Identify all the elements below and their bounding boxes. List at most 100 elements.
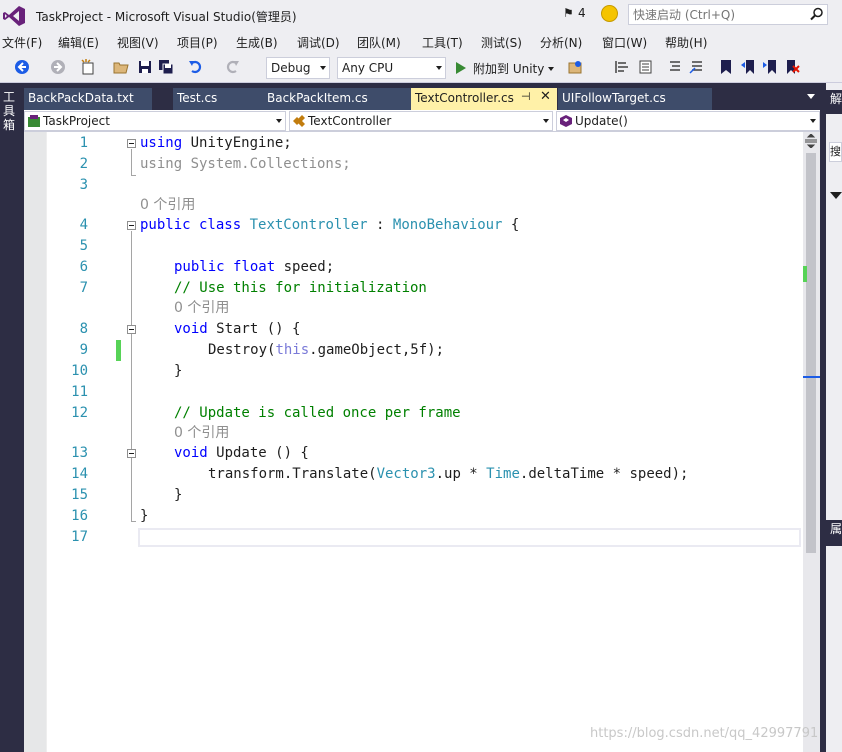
tab-overflow-chevron-icon[interactable] — [807, 94, 815, 99]
type-name: Time — [486, 466, 520, 482]
pin-icon[interactable]: ⊣ — [521, 90, 531, 103]
solution-explorer-search[interactable]: 搜 — [829, 142, 842, 162]
format-icon[interactable] — [637, 59, 653, 75]
scrollbar-thumb[interactable] — [806, 153, 816, 553]
menu-window[interactable]: 窗口(W) — [602, 34, 647, 51]
browse-icon[interactable] — [568, 59, 584, 75]
method-icon — [560, 115, 572, 127]
search-icon[interactable] — [810, 7, 824, 21]
code-line-6: public float speed; — [174, 257, 334, 278]
collapse-icon[interactable] — [127, 325, 136, 334]
menu-file[interactable]: 文件(F) — [2, 34, 42, 51]
class-dropdown[interactable]: TextController — [289, 111, 553, 131]
left-tool-strip — [0, 83, 22, 752]
redo-icon[interactable] — [224, 59, 240, 75]
menu-test[interactable]: 测试(S) — [481, 34, 522, 51]
menu-tools[interactable]: 工具(T) — [422, 34, 463, 51]
navigate-forward-icon[interactable] — [50, 59, 66, 75]
bookmark-icon[interactable] — [718, 59, 734, 75]
line-number: 5 — [79, 238, 88, 254]
document-tab-well: BackPackData.txt Test.cs BackPackItem.cs… — [24, 83, 824, 110]
menu-help[interactable]: 帮助(H) — [665, 34, 707, 51]
watermark: https://blog.csdn.net/qq_42997791 — [590, 726, 819, 741]
split-window-icon[interactable] — [805, 134, 817, 148]
tab-label: BackPackItem.cs — [267, 91, 368, 105]
notification-flag-icon[interactable]: ⚑ — [563, 6, 574, 20]
codelens-references[interactable]: 0 个引用 — [174, 423, 229, 444]
feedback-smiley-icon[interactable] — [601, 5, 618, 22]
menu-debug[interactable]: 调试(D) — [297, 34, 340, 51]
project-dropdown[interactable]: TaskProject — [24, 111, 286, 131]
new-project-icon[interactable] — [80, 59, 96, 75]
tab-textcontroller-cs[interactable]: TextController.cs ⊣ ✕ — [411, 88, 557, 110]
line-number: 1 — [79, 135, 88, 151]
menu-team[interactable]: 团队(M) — [357, 34, 401, 51]
save-all-icon[interactable] — [158, 59, 174, 75]
class-icon — [293, 115, 305, 127]
code-line-8: void Start () { — [174, 319, 300, 340]
tab-backpackdata-txt[interactable]: BackPackData.txt — [24, 88, 152, 110]
keyword: this — [275, 342, 310, 358]
menu-bar: 文件(F) 编辑(E) 视图(V) 项目(P) 生成(B) 调试(D) 团队(M… — [0, 31, 842, 53]
menu-build[interactable]: 生成(B) — [236, 34, 278, 51]
tab-backpackitem-cs[interactable]: BackPackItem.cs — [263, 88, 411, 110]
solution-explorer-header[interactable]: 解 — [826, 90, 842, 114]
comment-lines-icon[interactable] — [667, 59, 683, 75]
class-name: TextController — [308, 114, 392, 128]
member-dropdown[interactable]: Update() — [556, 111, 820, 131]
uncomment-lines-icon[interactable] — [689, 59, 705, 75]
line-number: 17 — [71, 529, 88, 545]
collapse-icon[interactable] — [127, 221, 136, 230]
code-text: { — [502, 217, 520, 233]
codelens-references[interactable]: 0 个引用 — [140, 195, 195, 216]
type-name: Vector3 — [376, 466, 436, 482]
align-left-icon[interactable] — [614, 59, 630, 75]
chevron-down-icon — [436, 66, 442, 70]
save-icon[interactable] — [137, 59, 153, 75]
previous-bookmark-icon[interactable] — [740, 59, 756, 75]
collapse-icon[interactable] — [127, 139, 136, 148]
codelens-references[interactable]: 0 个引用 — [174, 298, 229, 319]
tab-uifollowtarget-cs[interactable]: UIFollowTarget.cs — [558, 88, 712, 110]
toolbox-tab[interactable]: 工具箱 — [3, 90, 17, 132]
line-number: 9 — [79, 342, 88, 358]
menu-view[interactable]: 视图(V) — [117, 34, 159, 51]
solution-configuration-dropdown[interactable]: Debug — [266, 57, 330, 79]
open-file-icon[interactable] — [113, 59, 129, 75]
solution-platform-dropdown[interactable]: Any CPU — [337, 57, 446, 79]
chevron-down-icon — [276, 119, 282, 123]
chevron-down-icon — [548, 67, 554, 71]
code-text: .deltaTime * speed); — [519, 466, 689, 482]
navigate-back-icon[interactable] — [14, 59, 30, 75]
solution-configuration-value: Debug — [271, 61, 311, 75]
properties-header[interactable]: 属 — [826, 520, 842, 546]
chevron-down-icon — [810, 119, 816, 123]
code-text: .gameObject,5f); — [309, 342, 445, 358]
chevron-down-icon — [320, 66, 326, 70]
line-number: 12 — [71, 405, 88, 421]
code-line-4: public class TextController : MonoBehavi… — [140, 215, 519, 236]
clear-bookmarks-icon[interactable] — [784, 59, 800, 75]
keyword: public class — [140, 217, 242, 233]
next-bookmark-icon[interactable] — [762, 59, 778, 75]
project-name: TaskProject — [43, 114, 110, 128]
expand-triangle-icon[interactable] — [830, 192, 842, 199]
menu-project[interactable]: 项目(P) — [177, 34, 218, 51]
tab-label: UIFollowTarget.cs — [562, 91, 666, 105]
collapse-icon[interactable] — [127, 449, 136, 458]
undo-icon[interactable] — [188, 59, 204, 75]
line-number: 6 — [79, 259, 88, 275]
notification-count[interactable]: 4 — [578, 6, 586, 20]
close-icon[interactable]: ✕ — [540, 89, 551, 104]
outline-guide-end — [131, 521, 136, 522]
quick-launch[interactable] — [628, 4, 828, 25]
menu-edit[interactable]: 编辑(E) — [58, 34, 99, 51]
quick-launch-input[interactable] — [629, 5, 805, 24]
tab-test-cs[interactable]: Test.cs — [173, 88, 263, 110]
menu-analyze[interactable]: 分析(N) — [540, 34, 582, 51]
code-line-12: // Update is called once per frame — [174, 405, 461, 421]
csharp-project-icon — [28, 115, 40, 127]
solution-explorer-panel — [826, 83, 842, 752]
code-text: UnityEngine; — [182, 135, 292, 151]
chevron-down-icon — [543, 119, 549, 123]
